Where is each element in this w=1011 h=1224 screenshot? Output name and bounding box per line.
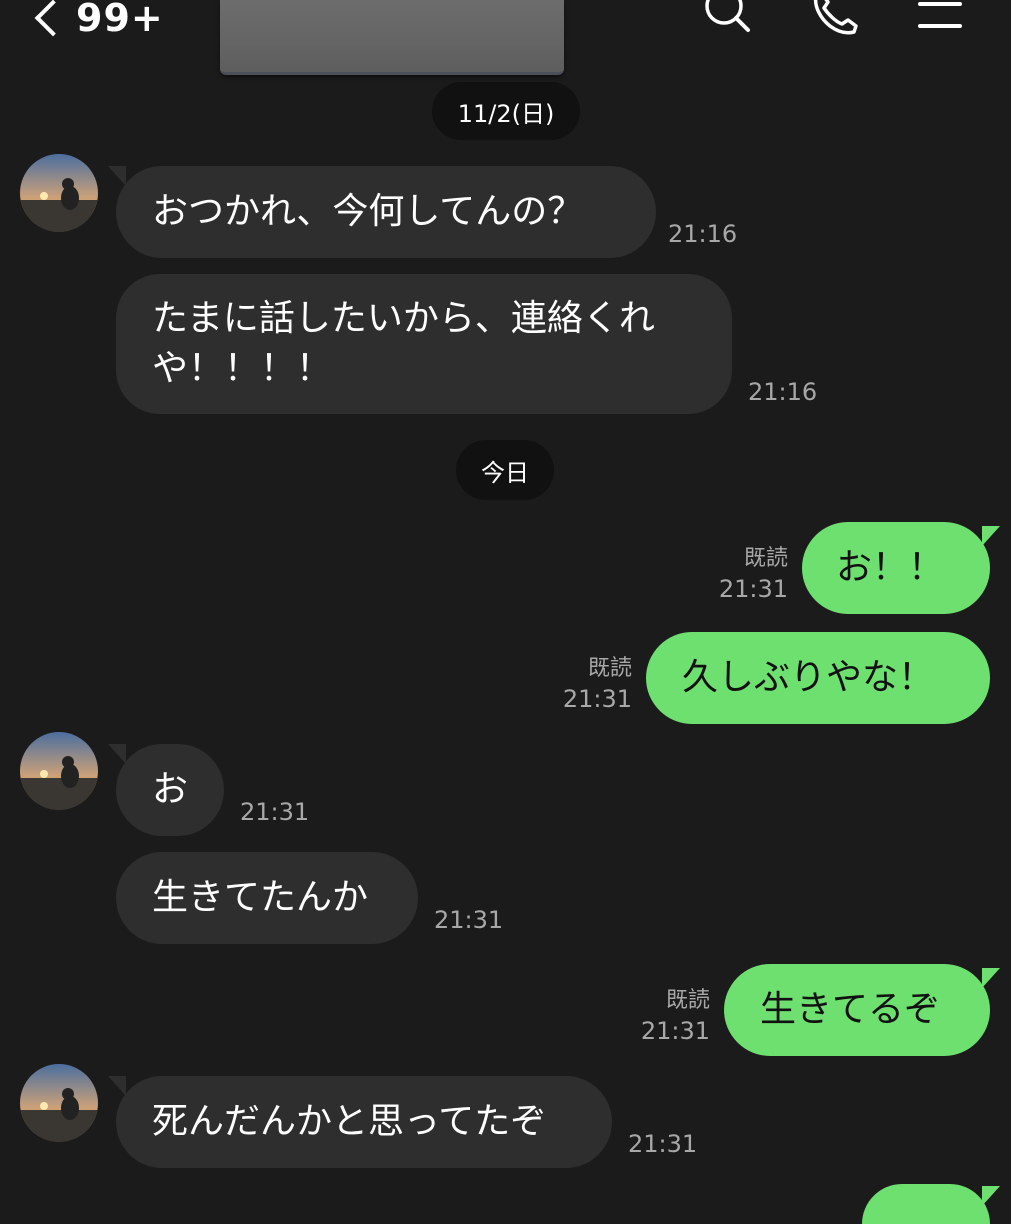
header-thumbnail[interactable] — [220, 0, 564, 75]
date-separator: 今日 — [456, 440, 554, 500]
message-time: 21:31 — [562, 685, 632, 713]
message-bubble[interactable]: おつかれ、今何してんの？ — [116, 166, 656, 258]
phone-icon[interactable] — [806, 0, 866, 42]
back-button[interactable]: 99+ — [30, 0, 164, 40]
message-time: 21:31 — [628, 1130, 698, 1158]
bubble-tail — [108, 166, 126, 186]
bubble-tail — [982, 526, 1000, 546]
chevron-left-icon — [34, 0, 72, 37]
message-bubble[interactable]: 生きてるぞ — [724, 964, 990, 1056]
read-receipt: 既読 — [743, 546, 788, 571]
message-time: 21:16 — [748, 378, 818, 406]
message-time: 21:31 — [640, 1017, 710, 1045]
message-time: 21:31 — [718, 575, 788, 603]
bubble-tail — [108, 744, 126, 764]
avatar[interactable] — [20, 154, 98, 232]
message-time: 21:31 — [240, 798, 310, 826]
bubble-tail — [108, 1076, 126, 1096]
avatar[interactable] — [20, 732, 98, 810]
message-meta: 既読 21:31 — [544, 654, 632, 714]
message-meta: 既読 21:31 — [700, 544, 788, 604]
bubble-tail — [982, 968, 1000, 988]
message-bubble[interactable]: 生きてたんか — [116, 852, 418, 944]
read-receipt: 既読 — [665, 988, 710, 1013]
message-bubble-partial[interactable] — [862, 1184, 990, 1224]
search-icon[interactable] — [698, 0, 758, 42]
unread-count: 99+ — [76, 0, 164, 40]
date-separator: 11/2(日) — [432, 82, 580, 140]
message-bubble[interactable]: 久しぶりやな！ — [646, 632, 990, 724]
message-bubble[interactable]: お — [116, 744, 224, 836]
message-time: 21:16 — [668, 220, 738, 248]
message-bubble[interactable]: 死んだんかと思ってたぞ — [116, 1076, 612, 1168]
menu-icon[interactable] — [910, 0, 970, 42]
read-receipt: 既読 — [587, 656, 632, 681]
message-time: 21:31 — [434, 906, 504, 934]
message-bubble[interactable]: お！！ — [802, 522, 990, 614]
avatar[interactable] — [20, 1064, 98, 1142]
message-bubble[interactable]: たまに話したいから、連絡くれや！！！！ — [116, 274, 732, 414]
bubble-tail — [982, 1186, 1000, 1206]
message-meta: 既読 21:31 — [622, 986, 710, 1046]
